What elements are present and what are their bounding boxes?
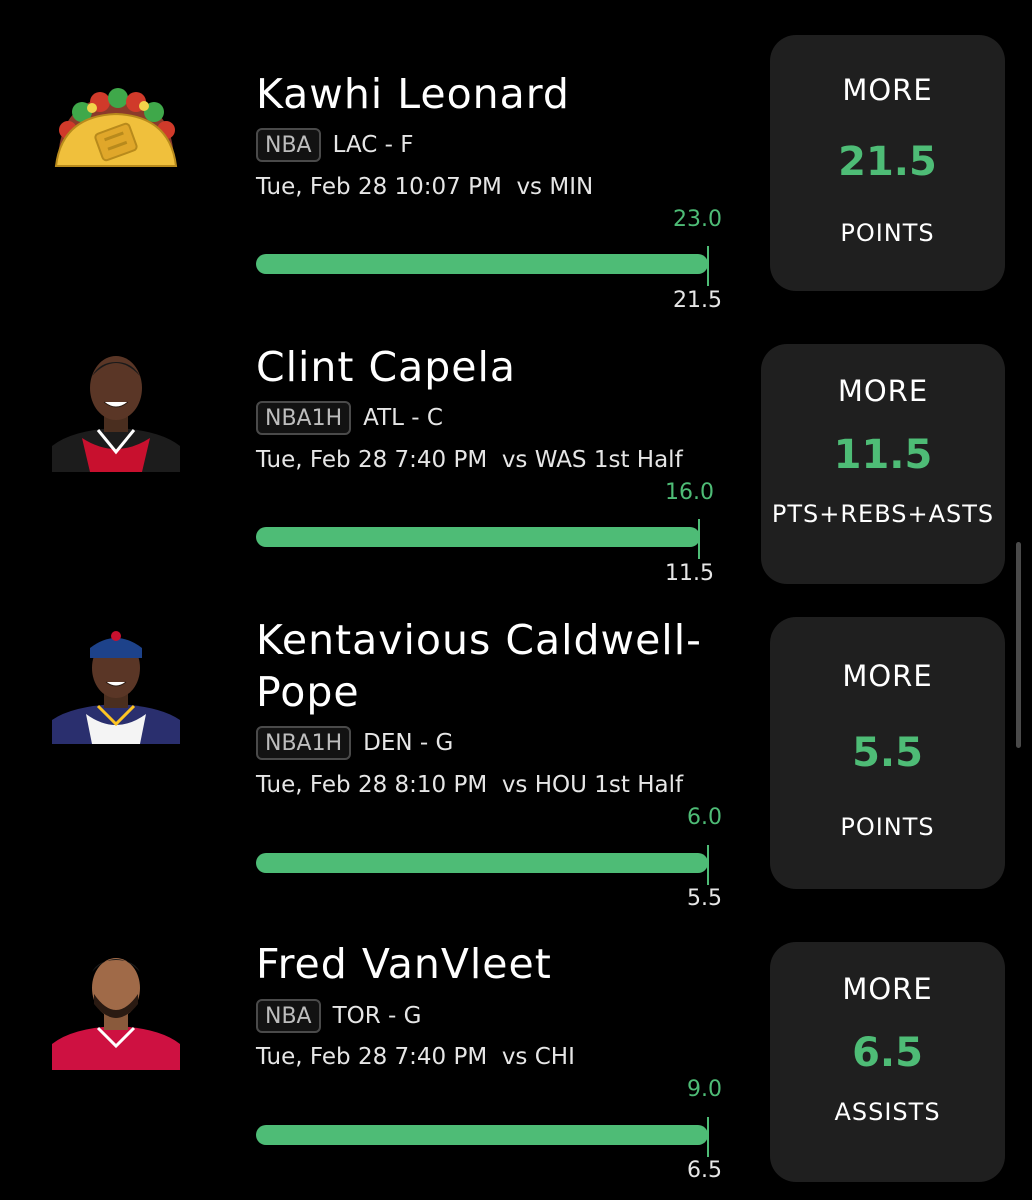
progress-bar bbox=[256, 527, 700, 547]
game-info: Tue, Feb 28 7:40 PM vs CHI bbox=[256, 1044, 575, 1070]
projection-value: 6.5 bbox=[852, 1030, 923, 1076]
line-value: 21.5 bbox=[673, 288, 722, 313]
player-name: Clint Capela bbox=[256, 343, 517, 391]
team-position: DEN - G bbox=[363, 730, 454, 756]
progress-bar bbox=[256, 853, 708, 873]
league-badge: NBA bbox=[256, 999, 321, 1033]
progress-bar bbox=[256, 1125, 708, 1145]
pick-card[interactable]: MORE 21.5 POINTS bbox=[770, 35, 1005, 291]
pick-card[interactable]: MORE 11.5 PTS+REBS+ASTS bbox=[761, 344, 1005, 584]
game-info: Tue, Feb 28 7:40 PM vs WAS 1st Half bbox=[256, 447, 683, 473]
team-position: TOR - G bbox=[332, 1003, 422, 1029]
player-headshot bbox=[52, 624, 180, 744]
pick-direction: MORE bbox=[842, 972, 933, 1006]
pick-direction: MORE bbox=[837, 374, 929, 408]
player-meta: NBA1H ATL - C bbox=[256, 398, 443, 438]
player-meta: NBA TOR - G bbox=[256, 996, 422, 1036]
team-position: LAC - F bbox=[332, 132, 414, 158]
projection-value: 11.5 bbox=[833, 432, 933, 478]
pick-row[interactable]: Kawhi Leonard NBA LAC - F Tue, Feb 28 10… bbox=[0, 0, 1032, 320]
stat-type: PTS+REBS+ASTS bbox=[771, 500, 995, 528]
progress-bar bbox=[256, 254, 708, 274]
stat-type: POINTS bbox=[840, 813, 935, 841]
pick-direction: MORE bbox=[842, 73, 933, 107]
league-badge: NBA1H bbox=[256, 726, 352, 760]
player-name: Fred VanVleet bbox=[256, 940, 552, 988]
taco-icon bbox=[52, 86, 180, 206]
scrollbar[interactable] bbox=[1016, 542, 1021, 748]
player-meta: NBA LAC - F bbox=[256, 125, 414, 165]
league-badge: NBA bbox=[256, 128, 321, 162]
line-marker bbox=[698, 519, 700, 559]
player-headshot bbox=[52, 948, 180, 1070]
actual-stat-value: 9.0 bbox=[687, 1077, 722, 1102]
pick-row[interactable]: Kentavious Caldwell-Pope NBA1H DEN - G T… bbox=[0, 600, 1032, 920]
stat-type: ASSISTS bbox=[834, 1098, 941, 1126]
projection-value: 21.5 bbox=[838, 139, 937, 185]
actual-stat-value: 6.0 bbox=[687, 805, 722, 830]
pick-card[interactable]: MORE 6.5 ASSISTS bbox=[770, 942, 1005, 1182]
line-marker bbox=[707, 1117, 709, 1157]
league-badge: NBA1H bbox=[256, 401, 352, 435]
line-value: 6.5 bbox=[687, 1158, 722, 1183]
player-name: Kentavious Caldwell-Pope bbox=[256, 616, 702, 716]
player-headshot bbox=[52, 352, 180, 472]
game-info: Tue, Feb 28 10:07 PM vs MIN bbox=[256, 174, 594, 200]
actual-stat-value: 23.0 bbox=[673, 207, 722, 232]
actual-stat-value: 16.0 bbox=[665, 480, 714, 505]
player-meta: NBA1H DEN - G bbox=[256, 723, 453, 763]
player-name: Kawhi Leonard bbox=[256, 70, 570, 118]
pick-row[interactable]: Fred VanVleet NBA TOR - G Tue, Feb 28 7:… bbox=[0, 920, 1032, 1200]
game-info: Tue, Feb 28 8:10 PM vs HOU 1st Half bbox=[256, 772, 684, 798]
line-value: 11.5 bbox=[665, 561, 714, 586]
pick-card[interactable]: MORE 5.5 POINTS bbox=[770, 617, 1005, 889]
line-marker bbox=[707, 246, 709, 286]
stat-type: POINTS bbox=[840, 219, 935, 247]
projection-value: 5.5 bbox=[852, 730, 923, 776]
line-value: 5.5 bbox=[687, 886, 722, 911]
pick-row[interactable]: Clint Capela NBA1H ATL - C Tue, Feb 28 7… bbox=[0, 320, 1032, 600]
pick-direction: MORE bbox=[842, 659, 933, 693]
team-position: ATL - C bbox=[363, 405, 443, 431]
line-marker bbox=[707, 845, 709, 885]
